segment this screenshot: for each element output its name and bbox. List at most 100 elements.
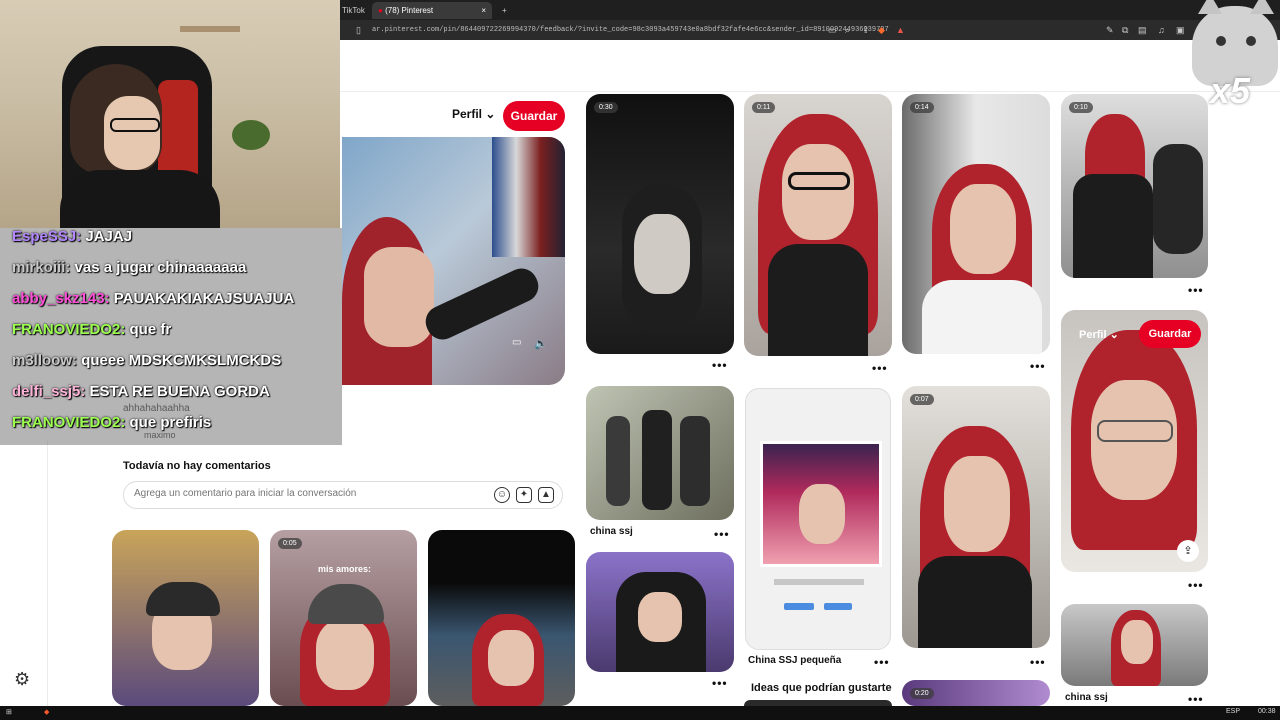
tab-pinterest-label: (78) Pinterest: [385, 6, 434, 15]
pin-person-face: [782, 144, 854, 240]
chat-message: FRANOVIEDO2: que prefiris: [12, 414, 211, 431]
settings-gear-icon[interactable]: ⚙: [14, 669, 30, 690]
video-duration-badge: 0:14: [910, 102, 934, 113]
webcam-streamer-body: [60, 170, 220, 228]
share-icon[interactable]: ⇪: [862, 24, 870, 36]
pinterest-left-rail: [0, 440, 48, 706]
pin-6[interactable]: [745, 388, 891, 650]
share-icon[interactable]: ⇪: [1177, 540, 1199, 562]
image-upload-icon[interactable]: ▲: [538, 487, 554, 503]
webcam-streamer-glasses: [110, 118, 160, 132]
pin-8[interactable]: Perfil ⌄ ⇪: [1061, 310, 1208, 572]
tab-tiktok[interactable]: TikTok: [336, 2, 371, 19]
video-duration-badge: 0:10: [1069, 102, 1093, 113]
close-tab-icon[interactable]: ×: [481, 2, 486, 19]
pin-3-more-icon[interactable]: •••: [1030, 359, 1046, 373]
video-person-face: [364, 247, 434, 347]
cast-icon[interactable]: ▭: [828, 24, 837, 36]
pin-caption-line: [774, 579, 864, 585]
chat-message: m3lloow: queee MDSKCMKSLMCKDS: [12, 352, 281, 369]
pin-bottom-1[interactable]: [112, 530, 259, 706]
captions-icon[interactable]: ▭: [512, 337, 521, 348]
video-duration-badge: 0:20: [910, 688, 934, 699]
bookmark-icon[interactable]: ▯: [356, 24, 361, 36]
brave-taskbar-icon[interactable]: ◆: [44, 708, 49, 716]
sidebar-icon[interactable]: ▤: [1138, 24, 1147, 36]
pin-10[interactable]: 0:20: [902, 680, 1050, 706]
pin-1[interactable]: 0:30: [586, 94, 734, 354]
pin-bottom-3[interactable]: [428, 530, 575, 706]
chat-message: mirkoiii: vas a jugar chinaaaaaaa: [12, 259, 246, 276]
pin-col1-3-more-icon[interactable]: •••: [712, 676, 728, 690]
pin-8-more-icon[interactable]: •••: [1188, 578, 1204, 592]
brave-rewards-icon[interactable]: ▲: [896, 24, 905, 36]
video-duration-badge: 0:07: [910, 394, 934, 405]
pin-2[interactable]: 0:11: [744, 94, 892, 356]
pin-9-title[interactable]: china ssj: [1065, 692, 1108, 703]
pin-person-glasses: [1097, 420, 1173, 442]
pin-person-shirt: [768, 244, 868, 356]
pin-4[interactable]: 0:10: [1061, 94, 1208, 278]
cat-eye: [1216, 36, 1226, 46]
pin-5[interactable]: [586, 386, 734, 520]
url-field[interactable]: ar.pinterest.com/pin/864409722269994370/…: [372, 23, 892, 37]
pin-3[interactable]: 0:14: [902, 94, 1050, 354]
emoji-icon[interactable]: ☺: [494, 487, 510, 503]
media-icon[interactable]: ♫: [1158, 24, 1165, 36]
tab-pinterest[interactable]: ● (78) Pinterest ×: [372, 2, 492, 19]
chevron-down-icon: ⌄: [1109, 329, 1119, 341]
comment-input[interactable]: [134, 488, 474, 499]
pin-9[interactable]: [1061, 604, 1208, 686]
perfil-dropdown[interactable]: Perfil ⌄: [452, 107, 495, 121]
pin-col1-3[interactable]: [586, 552, 734, 672]
video-duration-badge: 0:11: [752, 102, 776, 113]
pin-button-shape: [824, 603, 852, 610]
chat-username: EspeSSJ:: [12, 228, 82, 245]
chat-username: mirkoiii:: [12, 259, 71, 276]
pin-4-more-icon[interactable]: •••: [1188, 283, 1204, 297]
volume-icon[interactable]: 🔈: [534, 337, 548, 350]
taskbar-language[interactable]: ESP: [1226, 708, 1240, 715]
pin-5-title[interactable]: china ssj: [590, 526, 633, 537]
pin-caption: mis amores:: [318, 564, 372, 574]
perfil-label: Perfil: [452, 107, 483, 121]
chat-username: delfi_ssj5:: [12, 383, 86, 400]
new-tab-button[interactable]: +: [496, 2, 513, 19]
pin-button-shape: [784, 603, 814, 610]
video-microphone: [420, 263, 544, 345]
pin-6-more-icon[interactable]: •••: [874, 655, 890, 669]
zoom-icon[interactable]: ⌕: [845, 24, 850, 36]
extension-icon[interactable]: ✎: [1106, 24, 1114, 36]
cat-ear: [1198, 0, 1222, 14]
pin-2-more-icon[interactable]: •••: [872, 361, 888, 375]
save-button[interactable]: Guardar: [503, 101, 565, 131]
chat-message: delfi_ssj5: ESTA RE BUENA GORDA: [12, 383, 270, 400]
pin-tattoo-artist: [1153, 144, 1203, 254]
pin-video-player[interactable]: 🔈 ▭: [342, 137, 565, 385]
pin-person-3: [680, 416, 710, 506]
chat-text: JAJAJ: [85, 228, 133, 245]
sticker-icon[interactable]: ✦: [516, 487, 532, 503]
pin-8-perfil-dropdown[interactable]: Perfil ⌄: [1079, 328, 1119, 341]
pin-person-face: [634, 214, 690, 294]
chat-message: FRANOVIEDO2: que fr: [12, 321, 171, 338]
ideas-section-title: Ideas que podrían gustarte: [751, 682, 892, 694]
brave-shield-icon[interactable]: ◆: [878, 24, 885, 36]
pin-7[interactable]: 0:07: [902, 386, 1050, 648]
pin-9-more-icon[interactable]: •••: [1188, 692, 1204, 706]
pin-7-more-icon[interactable]: •••: [1030, 655, 1046, 669]
windows-start-icon[interactable]: ⊞: [6, 708, 12, 716]
pin-bottom-2[interactable]: 0:05 mis amores:: [270, 530, 417, 706]
pinterest-header: [340, 40, 1280, 92]
wallet-icon[interactable]: ▣: [1176, 24, 1185, 36]
pin-5-more-icon[interactable]: •••: [714, 527, 730, 541]
webcam-streamer-face: [104, 96, 160, 170]
chat-text: que prefiris: [129, 414, 212, 431]
chat-text: vas a jugar chinaaaaaaa: [74, 259, 247, 276]
puzzle-icon[interactable]: ⧉: [1122, 24, 1128, 36]
pin-8-save-button[interactable]: Guardar: [1139, 320, 1201, 348]
taskbar-clock[interactable]: 00:38: [1258, 708, 1276, 715]
pin-1-more-icon[interactable]: •••: [712, 358, 728, 372]
webcam-plant: [232, 120, 270, 150]
pin-6-title[interactable]: China SSJ pequeña: [748, 655, 841, 666]
